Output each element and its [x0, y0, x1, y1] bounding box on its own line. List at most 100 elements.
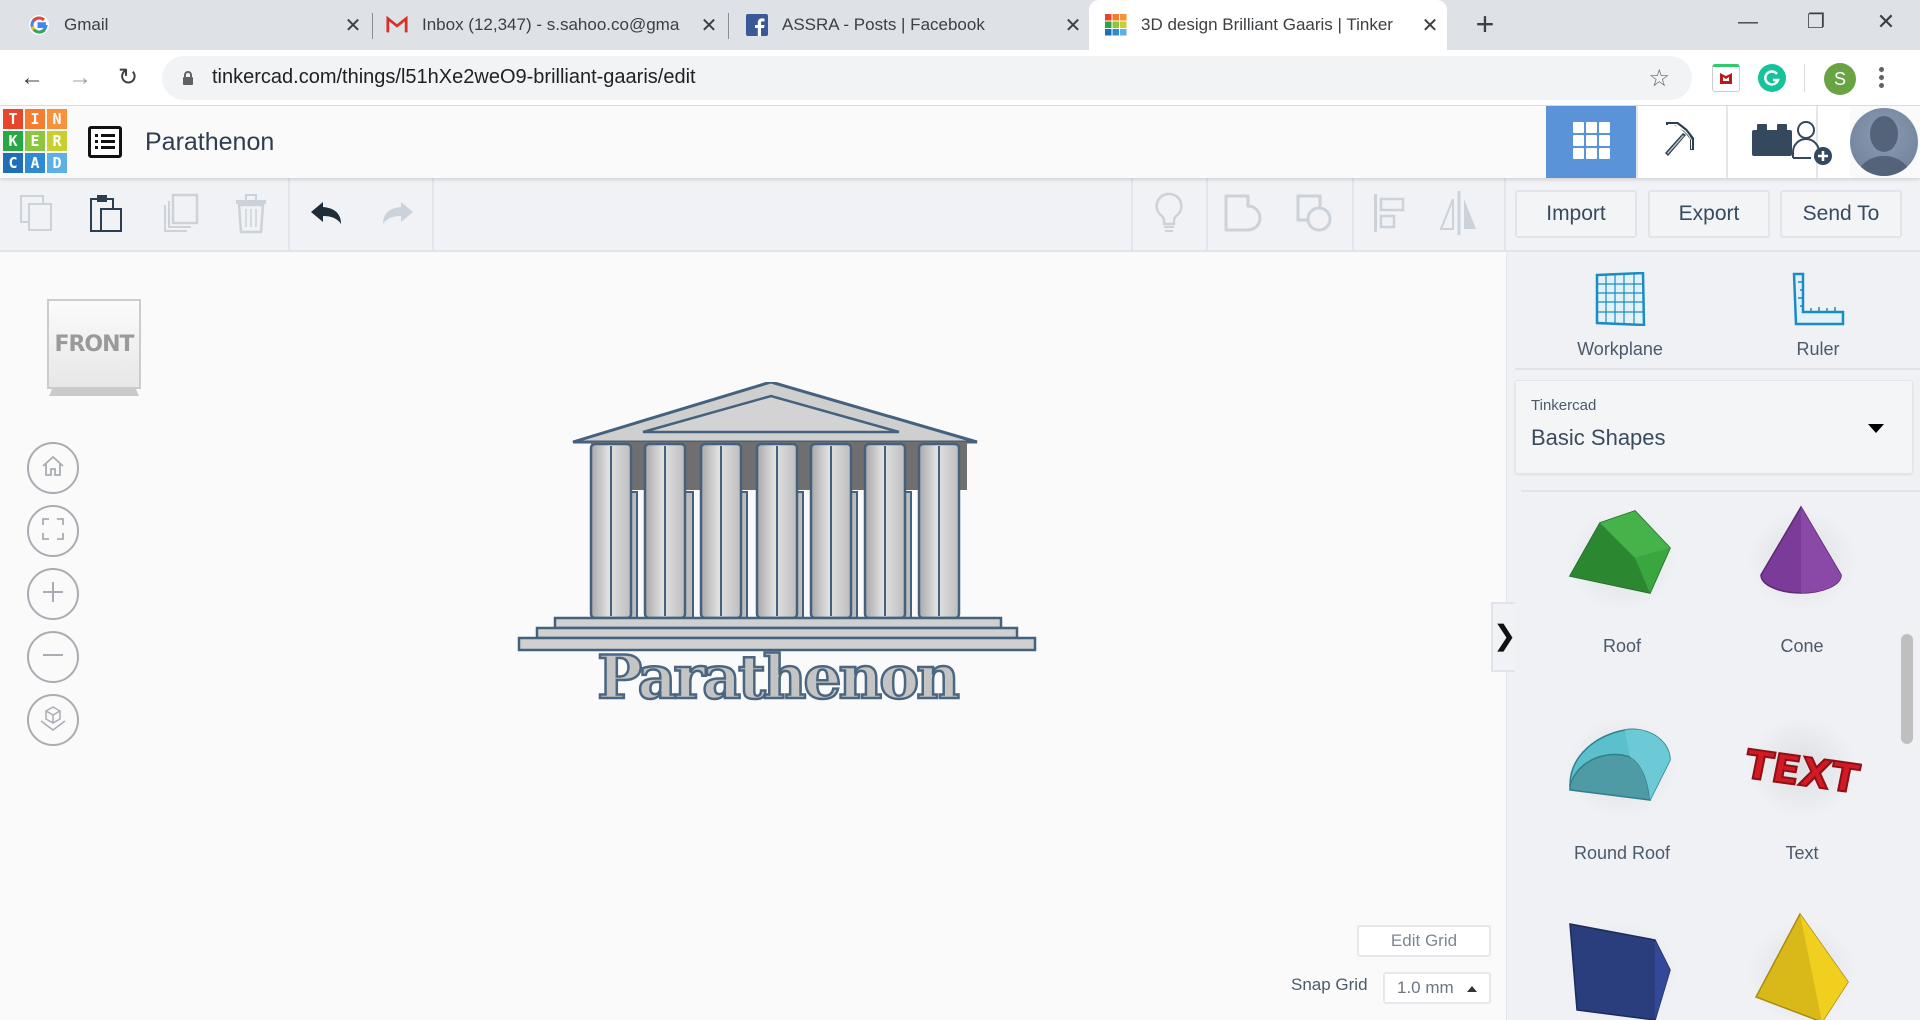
ruler-tool[interactable]: Ruler: [1743, 272, 1893, 360]
zoom-in-button[interactable]: [27, 568, 79, 620]
toolbar-divider: [1131, 178, 1133, 250]
grammarly-extension-icon[interactable]: [1758, 64, 1786, 92]
panel-scrollbar[interactable]: [1901, 634, 1913, 744]
paste-button[interactable]: [84, 192, 130, 238]
edit-grid-button[interactable]: Edit Grid: [1357, 925, 1491, 957]
fit-all-button[interactable]: [27, 505, 79, 557]
close-tab-icon[interactable]: ✕: [1056, 13, 1090, 38]
import-button[interactable]: Import: [1515, 190, 1637, 238]
mcafee-extension-icon[interactable]: [1712, 64, 1740, 92]
url-text[interactable]: tinkercad.com/things/l51hXe2weO9-brillia…: [212, 66, 696, 89]
workplane-tool[interactable]: Workplane: [1545, 271, 1695, 360]
logo-letter: D: [47, 153, 67, 173]
shape-pyramid[interactable]: [1712, 912, 1892, 1020]
logo-letter: K: [3, 131, 23, 151]
redo-icon: [379, 200, 415, 231]
toolbar-divider: [1352, 178, 1354, 250]
design-list-icon[interactable]: [88, 126, 122, 158]
step-middle: [535, 626, 1019, 640]
shape-box-blue[interactable]: [1532, 912, 1712, 1020]
collapse-panel-button[interactable]: ❯: [1491, 602, 1516, 672]
shape-label: Roof: [1602, 636, 1642, 656]
mirror-button[interactable]: [1436, 190, 1482, 240]
snap-grid-select[interactable]: 1.0 mm: [1383, 972, 1491, 1004]
redo-button[interactable]: [374, 192, 420, 238]
snap-grid-value: 1.0 mm: [1397, 978, 1454, 997]
delete-button[interactable]: [228, 192, 274, 238]
maximize-button[interactable]: ❐: [1788, 0, 1844, 44]
brick-icon: [1752, 123, 1792, 161]
toolbar-divider: [1804, 64, 1805, 92]
3d-design-view-button[interactable]: [1546, 106, 1636, 178]
address-bar[interactable]: tinkercad.com/things/l51hXe2weO9-brillia…: [162, 56, 1692, 100]
tab-gmail[interactable]: Gmail ✕: [0, 0, 370, 50]
send-to-button[interactable]: Send To: [1780, 190, 1902, 238]
export-button[interactable]: Export: [1648, 190, 1770, 238]
zoom-out-button[interactable]: [27, 631, 79, 683]
tab-title: Inbox (12,347) - s.sahoo.co@gma: [422, 15, 680, 34]
perspective-toggle-button[interactable]: [27, 694, 79, 746]
tab-tinkercad[interactable]: 3D design Brilliant Gaaris | Tinker ✕: [1089, 0, 1447, 50]
close-tab-icon[interactable]: ✕: [336, 13, 370, 38]
shape-text[interactable]: TEXT Text: [1712, 707, 1892, 864]
new-tab-button[interactable]: +: [1468, 8, 1502, 42]
shape-round-roof[interactable]: Round Roof: [1532, 707, 1712, 864]
text-shape-icon: TEXT: [1737, 707, 1867, 817]
panel-divider: [1521, 490, 1920, 492]
group-button[interactable]: [1220, 192, 1266, 238]
ungroup-button[interactable]: [1292, 192, 1338, 238]
invite-collaborators-button[interactable]: [1792, 106, 1850, 178]
tab-title: Gmail: [64, 15, 109, 34]
undo-icon: [309, 200, 345, 231]
minimize-button[interactable]: —: [1720, 0, 1776, 44]
notes-button[interactable]: [1146, 192, 1192, 238]
close-tab-icon[interactable]: ✕: [692, 13, 726, 38]
tab-separator: [372, 13, 373, 39]
lock-icon[interactable]: [182, 70, 194, 86]
shapes-panel: Workplane Ruler Tinkercad Basic Shapes R…: [1506, 252, 1920, 1020]
profile-avatar[interactable]: S: [1824, 63, 1856, 95]
lightbulb-icon: [1154, 192, 1184, 239]
copy-icon: [19, 194, 55, 237]
parthenon-model[interactable]: Parathenon: [505, 382, 1045, 712]
shape-roof[interactable]: Roof: [1532, 500, 1712, 657]
reload-button[interactable]: ↻: [110, 60, 146, 96]
logo-letter: C: [3, 153, 23, 173]
view-cube[interactable]: FRONT: [47, 299, 141, 397]
home-view-button[interactable]: [27, 442, 79, 494]
mirror-icon: [1438, 190, 1480, 240]
snap-grid-label: Snap Grid: [1291, 975, 1368, 994]
logo-letter: R: [47, 131, 67, 151]
logo-letter: I: [25, 109, 45, 129]
fit-view-icon: [41, 517, 65, 546]
user-avatar[interactable]: [1850, 108, 1918, 176]
tab-gmail-inbox[interactable]: Inbox (12,347) - s.sahoo.co@gma ✕: [374, 0, 726, 50]
shape-library-dropdown[interactable]: Tinkercad Basic Shapes: [1515, 380, 1913, 474]
tab-facebook[interactable]: ASSRA - Posts | Facebook ✕: [730, 0, 1090, 50]
ruler-label: Ruler: [1796, 339, 1840, 359]
close-window-button[interactable]: ✕: [1858, 0, 1914, 44]
shape-cone[interactable]: Cone: [1712, 500, 1892, 657]
tinkercad-logo[interactable]: TIN KER CAD: [3, 109, 69, 175]
plus-icon: [41, 580, 65, 609]
back-button[interactable]: ←: [14, 60, 50, 96]
undo-button[interactable]: [304, 192, 350, 238]
bookmark-star-icon[interactable]: ☆: [1648, 64, 1670, 93]
dropdown-caret-icon: [1868, 424, 1884, 433]
align-icon: [1372, 192, 1406, 239]
round-roof-shape-icon: [1557, 707, 1687, 817]
logo-letter: A: [25, 153, 45, 173]
workplane-viewport[interactable]: FRONT Parathenon Edit Grid Snap Grid 1.0…: [0, 252, 1506, 1020]
browser-menu-icon[interactable]: [1876, 64, 1886, 92]
forward-button[interactable]: →: [62, 60, 98, 96]
close-tab-icon[interactable]: ✕: [1413, 13, 1447, 38]
minecraft-view-button[interactable]: [1636, 106, 1726, 178]
design-title[interactable]: Parathenon: [145, 128, 274, 157]
view-cube-face[interactable]: FRONT: [47, 299, 141, 389]
toolbar-divider: [1504, 178, 1506, 250]
duplicate-button[interactable]: [157, 192, 203, 238]
align-button[interactable]: [1366, 192, 1412, 238]
gmail-icon: [386, 14, 408, 36]
shape-label: Round Roof: [1573, 843, 1671, 863]
copy-button[interactable]: [14, 192, 60, 238]
